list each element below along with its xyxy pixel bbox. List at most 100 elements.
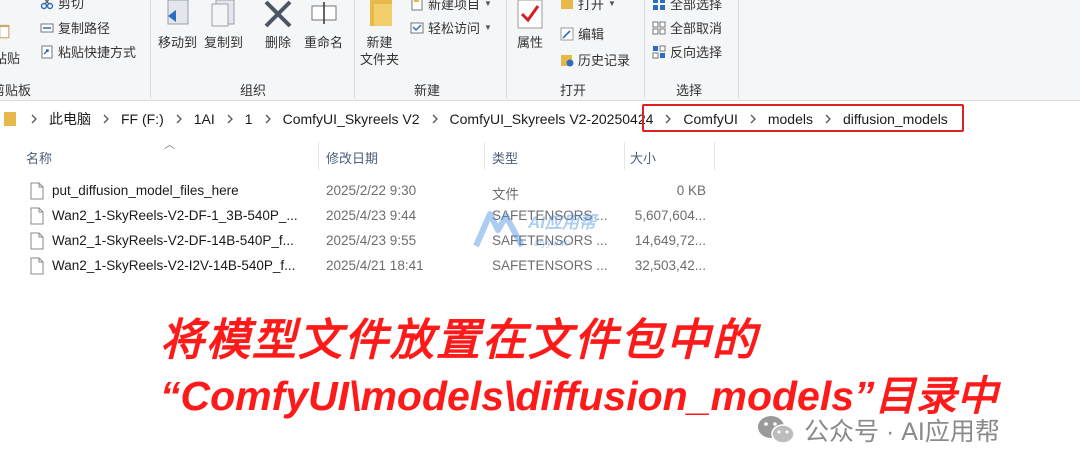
highlight-box bbox=[642, 104, 964, 132]
column-divider[interactable] bbox=[484, 142, 485, 170]
copy-path-button[interactable]: 复制路径 bbox=[40, 18, 110, 37]
copy-to-icon bbox=[211, 0, 234, 27]
history-button[interactable]: 历史记录 bbox=[560, 50, 630, 69]
file-name: Wan2_1-SkyReels-V2-I2V-14B-540P_f... bbox=[52, 258, 296, 273]
chevron-right-icon bbox=[31, 114, 37, 124]
file-row[interactable]: put_diffusion_model_files_here 2025/2/22… bbox=[30, 180, 730, 204]
clipboard-group-label: 剪贴板 bbox=[0, 83, 32, 98]
history-label: 历史记录 bbox=[578, 53, 631, 68]
move-to-label: 移动到 bbox=[158, 35, 198, 50]
file-size: 32,503,42... bbox=[634, 258, 706, 273]
watermark-sub: aiyy.info bbox=[534, 238, 570, 249]
column-header-size[interactable]: 大小 bbox=[630, 148, 656, 167]
breadcrumb-item[interactable]: 此电脑 bbox=[47, 109, 93, 129]
address-bar[interactable]: 此电脑 FF (F:) 1AI 1 ComfyUI_Skyreels V2 Co… bbox=[0, 104, 1080, 134]
breadcrumb-item[interactable]: 1 bbox=[243, 111, 255, 127]
breadcrumb-item[interactable]: ComfyUI_Skyreels V2-20250424 bbox=[448, 111, 656, 127]
history-icon bbox=[561, 54, 574, 66]
move-to-button[interactable]: 移动到 bbox=[158, 0, 197, 51]
chevron-right-icon bbox=[265, 114, 271, 124]
file-size: 5,607,604... bbox=[634, 208, 706, 223]
ribbon-separator bbox=[644, 0, 645, 98]
edit-button[interactable]: 编辑 bbox=[560, 24, 604, 43]
dropdown-arrow-icon: ▼ bbox=[484, 23, 492, 32]
breadcrumb-item[interactable]: ComfyUI_Skyreels V2 bbox=[281, 111, 422, 127]
column-divider[interactable] bbox=[318, 142, 319, 170]
file-icon bbox=[30, 257, 44, 275]
copy-to-button[interactable]: 复制到 bbox=[204, 0, 243, 51]
ribbon-separator bbox=[354, 0, 355, 98]
copy-to-label: 复制到 bbox=[204, 35, 244, 50]
select-group-label: 选择 bbox=[676, 83, 703, 98]
chevron-right-icon bbox=[176, 114, 182, 124]
file-row[interactable]: Wan2_1-SkyReels-V2-DF-1_3B-540P_... 2025… bbox=[30, 205, 730, 229]
open-icon bbox=[561, 0, 573, 9]
invert-selection-button[interactable]: 反向选择 bbox=[652, 42, 722, 61]
file-date: 2025/2/22 9:30 bbox=[326, 183, 417, 198]
column-divider[interactable] bbox=[714, 142, 715, 170]
copy-path-label: 复制路径 bbox=[58, 21, 111, 36]
rename-button[interactable]: 重命名 bbox=[304, 0, 343, 51]
file-size: 0 KB bbox=[676, 183, 706, 198]
chevron-right-icon bbox=[432, 114, 438, 124]
paste-shortcut-label: 粘贴快捷方式 bbox=[58, 45, 137, 60]
breadcrumb-item[interactable]: FF (F:) bbox=[119, 111, 166, 127]
column-header-modified[interactable]: 修改日期 bbox=[326, 148, 378, 167]
delete-label: 删除 bbox=[264, 35, 291, 50]
file-row[interactable]: Wan2_1-SkyReels-V2-DF-14B-540P_f... 2025… bbox=[30, 230, 730, 254]
file-icon bbox=[30, 232, 44, 250]
file-name: put_diffusion_model_files_here bbox=[52, 183, 239, 198]
new-group-label: 新建 bbox=[414, 83, 441, 98]
dropdown-arrow-icon: ▼ bbox=[484, 0, 492, 8]
new-item-icon bbox=[411, 0, 423, 10]
select-all-button[interactable]: 全部选择 bbox=[652, 0, 722, 13]
file-type: SAFETENSORS ... bbox=[492, 258, 608, 273]
easy-access-icon bbox=[410, 22, 424, 33]
wechat-footer: 公众号 · AI应用帮 bbox=[756, 412, 1000, 448]
open-button[interactable]: 打开 ▼ bbox=[560, 0, 616, 13]
delete-x-icon bbox=[264, 0, 292, 28]
cut-button[interactable]: 剪切 bbox=[40, 0, 84, 12]
select-none-button[interactable]: 全部取消 bbox=[652, 18, 722, 37]
clipboard-icon bbox=[0, 24, 10, 39]
column-header-name[interactable]: 名称 bbox=[26, 148, 52, 167]
file-date: 2025/4/21 18:41 bbox=[326, 258, 424, 273]
breadcrumb-item[interactable]: 1AI bbox=[192, 111, 217, 127]
cut-label: 剪切 bbox=[58, 0, 85, 11]
easy-access-button[interactable]: 轻松访问 ▼ bbox=[410, 18, 492, 37]
column-divider[interactable] bbox=[624, 142, 625, 170]
paste-label: 粘贴 bbox=[0, 51, 21, 66]
watermark: AI应用帮 aiyy.info bbox=[472, 206, 596, 255]
new-item-button[interactable]: 新建项目 ▼ bbox=[410, 0, 492, 13]
properties-button[interactable]: 属性 bbox=[514, 0, 546, 51]
easy-access-label: 轻松访问 bbox=[428, 21, 481, 36]
select-all-label: 全部选择 bbox=[670, 0, 723, 12]
paste-button[interactable]: 粘贴 bbox=[0, 16, 20, 67]
ribbon-separator bbox=[738, 0, 739, 98]
watermark-brand: AI应用帮 bbox=[528, 213, 596, 232]
open-group-label: 打开 bbox=[560, 83, 587, 98]
wechat-icon bbox=[758, 416, 795, 444]
file-icon bbox=[30, 182, 44, 200]
file-row[interactable]: Wan2_1-SkyReels-V2-I2V-14B-540P_f... 202… bbox=[30, 255, 730, 279]
new-folder-label: 新建 文件夹 bbox=[360, 35, 400, 67]
ribbon: 粘贴 剪切 复制路径 粘贴快捷方式 剪贴板 移动到 复制到 删除 重命名 组织 … bbox=[0, 0, 1080, 101]
scissors-icon bbox=[40, 0, 54, 9]
file-name: Wan2_1-SkyReels-V2-DF-14B-540P_f... bbox=[52, 233, 294, 248]
paste-shortcut-button[interactable]: 粘贴快捷方式 bbox=[40, 42, 136, 61]
organize-group-label: 组织 bbox=[240, 83, 267, 98]
file-date: 2025/4/23 9:44 bbox=[326, 208, 417, 223]
folder-icon bbox=[369, 0, 392, 26]
delete-button[interactable]: 删除 bbox=[262, 0, 294, 51]
watermark-logo-icon bbox=[473, 211, 525, 248]
edit-label: 编辑 bbox=[578, 27, 605, 42]
column-header-type[interactable]: 类型 bbox=[492, 148, 518, 167]
new-folder-button[interactable]: 新建 文件夹 bbox=[360, 0, 399, 68]
select-all-icon bbox=[653, 0, 665, 10]
chevron-right-icon bbox=[227, 114, 233, 124]
copy-path-icon bbox=[40, 23, 54, 32]
chevron-right-icon bbox=[103, 114, 109, 124]
file-name: Wan2_1-SkyReels-V2-DF-1_3B-540P_... bbox=[52, 208, 298, 223]
annotation-line-1: 将模型文件放置在文件包中的 bbox=[160, 316, 758, 365]
ribbon-separator bbox=[506, 0, 507, 98]
